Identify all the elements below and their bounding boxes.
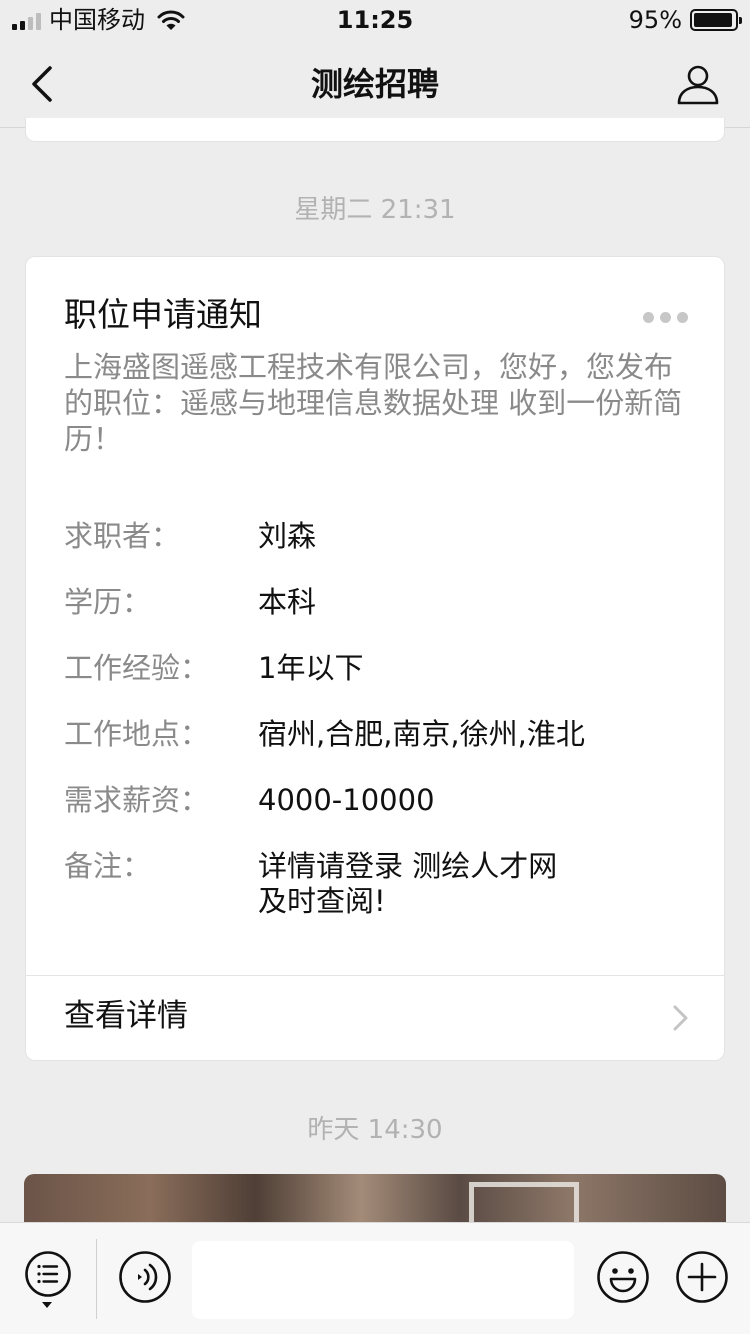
- field-label: 备注：: [64, 849, 152, 883]
- message-timestamp: 星期二 21:31: [294, 195, 456, 225]
- field-value: 4000-10000: [258, 783, 435, 817]
- field-label: 求职者：: [64, 519, 181, 553]
- card-title: 职位申请通知: [64, 295, 262, 334]
- caret-down-icon: [42, 1302, 52, 1308]
- emoji-icon[interactable]: [596, 1250, 650, 1304]
- field-value: 刘森: [258, 519, 317, 553]
- message-timestamp: 昨天 14:30: [307, 1115, 443, 1145]
- person-icon[interactable]: [676, 62, 720, 106]
- bottom-toolbar: [0, 1222, 750, 1334]
- field-label: 工作经验：: [64, 651, 210, 685]
- field-label: 工作地点：: [64, 717, 210, 751]
- status-bar: 中国移动 11:25 95%: [0, 0, 750, 40]
- previous-message-card[interactable]: [25, 118, 725, 142]
- field-value: 宿州,合肥,南京,徐州,淮北: [258, 717, 585, 751]
- message-input[interactable]: [192, 1241, 574, 1319]
- voice-icon[interactable]: [118, 1250, 172, 1304]
- menu-list-icon[interactable]: [24, 1250, 72, 1298]
- card-description: 上海盛图遥感工程技术有限公司，您好，您发布的职位：遥感与地理信息数据处理 收到一…: [64, 350, 683, 456]
- nav-bar: 测绘招聘: [0, 40, 750, 128]
- plus-icon[interactable]: [675, 1250, 729, 1304]
- more-dots-icon[interactable]: [643, 312, 688, 323]
- field-value: 详情请登录 测绘人才网 及时查阅!: [258, 849, 558, 918]
- battery-percent: 95%: [628, 6, 682, 34]
- page-title: 测绘招聘: [310, 65, 439, 103]
- field-label: 需求薪资：: [64, 783, 210, 817]
- field-value: 本科: [258, 585, 317, 619]
- toolbar-separator: [96, 1239, 97, 1319]
- field-label: 学历：: [64, 585, 152, 619]
- status-right: 95%: [628, 6, 742, 34]
- field-value: 1年以下: [258, 651, 364, 685]
- battery-icon: [690, 9, 742, 31]
- view-detail-label: 查看详情: [64, 998, 188, 1034]
- chevron-right-icon: [673, 1005, 688, 1031]
- view-detail-row[interactable]: 查看详情: [26, 976, 724, 1060]
- job-application-card[interactable]: 职位申请通知 上海盛图遥感工程技术有限公司，您好，您发布的职位：遥感与地理信息数…: [25, 256, 725, 1061]
